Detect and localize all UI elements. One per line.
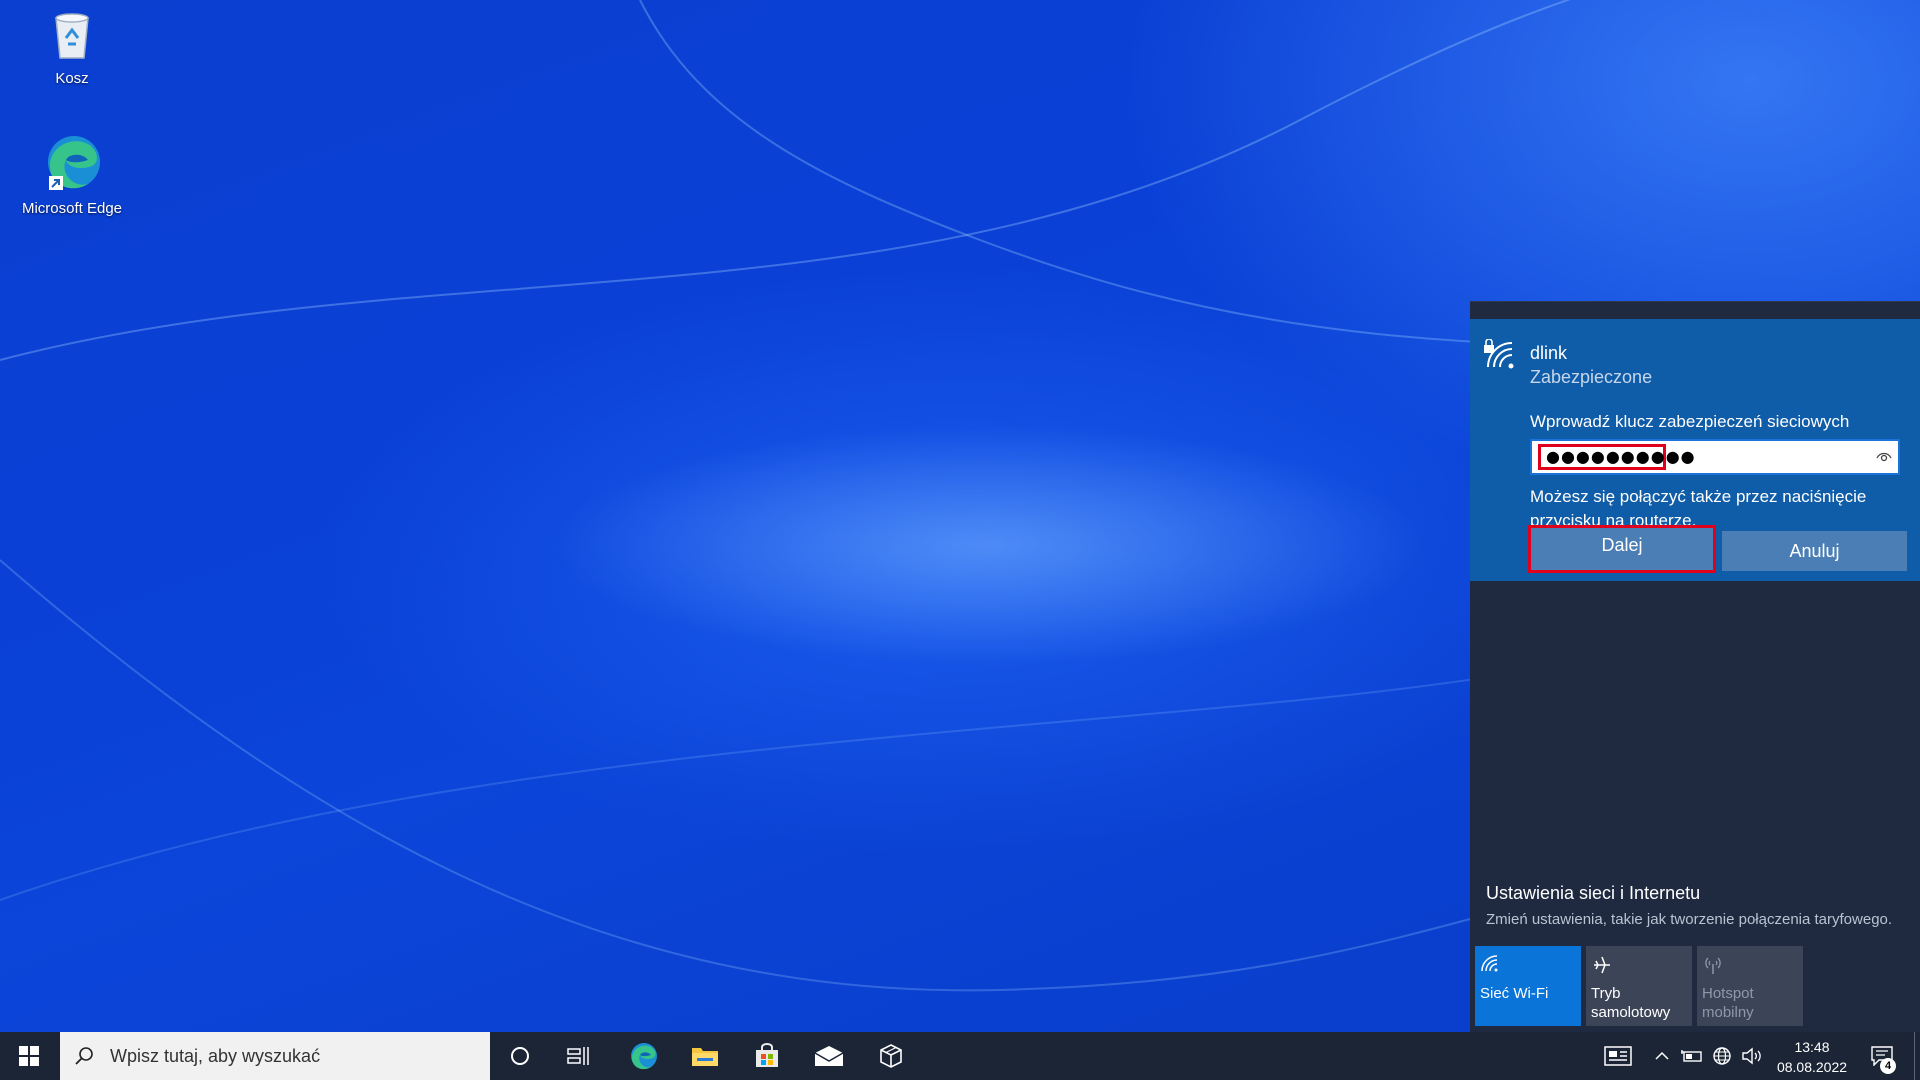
next-button[interactable]: Dalej: [1528, 525, 1716, 573]
secured-wifi-icon: [1484, 338, 1518, 378]
taskbar-3d-box-app[interactable]: [867, 1032, 915, 1080]
notification-count-badge: 4: [1880, 1058, 1896, 1074]
airplane-icon: [1591, 954, 1687, 984]
taskbar-microsoft-store[interactable]: [743, 1032, 791, 1080]
desktop-icon-label: Microsoft Edge: [21, 200, 123, 217]
desktop-icon-label: Kosz: [55, 70, 89, 87]
network-globe-icon[interactable]: [1709, 1032, 1735, 1080]
cortana-button[interactable]: [496, 1032, 544, 1080]
network-flyout: dlink Zabezpieczone Wprowadź klucz zabez…: [1470, 301, 1920, 1032]
start-button[interactable]: [0, 1032, 58, 1080]
news-icon: [1604, 1046, 1632, 1066]
store-bag-icon: [756, 1043, 778, 1067]
network-settings-subtitle: Zmień ustawienia, takie jak tworzenie po…: [1486, 911, 1893, 928]
taskbar-file-explorer[interactable]: [681, 1032, 729, 1080]
clock-date: 08.08.2022: [1776, 1059, 1848, 1075]
edge-icon: [631, 1043, 657, 1070]
password-masked-value: ●●●●●●●●●●: [1538, 444, 1695, 470]
quick-action-mobile-hotspot[interactable]: Hotspot mobilny: [1697, 946, 1803, 1026]
network-ssid: dlink: [1530, 343, 1568, 363]
chevron-up-icon: [1655, 1051, 1669, 1060]
network-security-status: Zabezpieczone: [1530, 367, 1653, 387]
quick-action-label: Sieć Wi-Fi: [1480, 985, 1549, 1002]
network-settings-link[interactable]: Ustawienia sieci i Internetu: [1486, 883, 1700, 904]
search-icon: [74, 1046, 94, 1071]
show-desktop-button[interactable]: [1914, 1032, 1920, 1080]
quick-action-airplane-mode[interactable]: Tryb samolotowy: [1586, 946, 1692, 1026]
task-view-button[interactable]: [555, 1032, 603, 1080]
quick-action-label: Tryb samolotowy: [1591, 985, 1671, 1021]
reveal-password-icon[interactable]: [1876, 450, 1892, 468]
windows-logo-icon: [19, 1046, 39, 1066]
flyout-top-strip: [1470, 301, 1920, 320]
show-hidden-icons-chevron[interactable]: [1650, 1032, 1674, 1080]
taskbar-search-box[interactable]: Wpisz tutaj, aby wyszukać: [60, 1032, 490, 1080]
wifi-icon: [1480, 954, 1576, 984]
news-and-interests-button[interactable]: [1598, 1032, 1638, 1080]
desktop-icon-recycle-bin[interactable]: Kosz: [17, 8, 127, 87]
taskbar-mail[interactable]: [805, 1032, 853, 1080]
network-item-card[interactable]: dlink Zabezpieczone Wprowadź klucz zabez…: [1470, 319, 1920, 581]
taskbar-clock[interactable]: 13:48 08.08.2022: [1770, 1032, 1854, 1080]
security-key-input[interactable]: ●●●●●●●●●●: [1530, 439, 1900, 475]
cancel-button[interactable]: Anuluj: [1722, 531, 1907, 571]
search-placeholder: Wpisz tutaj, aby wyszukać: [110, 1046, 321, 1066]
clock-time: 13:48: [1794, 1039, 1830, 1055]
cortana-circle-icon: [511, 1047, 529, 1065]
hotspot-icon: [1702, 954, 1798, 984]
mail-envelope-icon: [814, 1046, 844, 1066]
task-view-icon: [567, 1047, 589, 1065]
folder-icon: [692, 1048, 718, 1066]
taskbar: Wpisz tutaj, aby wyszukać 13:48 08.08.20…: [0, 1032, 1920, 1080]
action-center-button[interactable]: 4: [1862, 1032, 1902, 1080]
quick-action-wifi[interactable]: Sieć Wi-Fi: [1475, 946, 1581, 1026]
volume-icon[interactable]: [1739, 1032, 1765, 1080]
taskbar-edge[interactable]: [619, 1032, 667, 1080]
battery-icon[interactable]: [1679, 1032, 1705, 1080]
edge-icon: [48, 136, 100, 190]
quick-action-label: Hotspot mobilny: [1702, 985, 1754, 1021]
desktop-icon-edge[interactable]: Microsoft Edge: [17, 132, 127, 217]
security-key-label: Wprowadź klucz zabezpieczeń sieciowych: [1530, 412, 1850, 431]
recycle-bin-icon: [55, 13, 89, 59]
3d-box-icon: [880, 1044, 902, 1068]
